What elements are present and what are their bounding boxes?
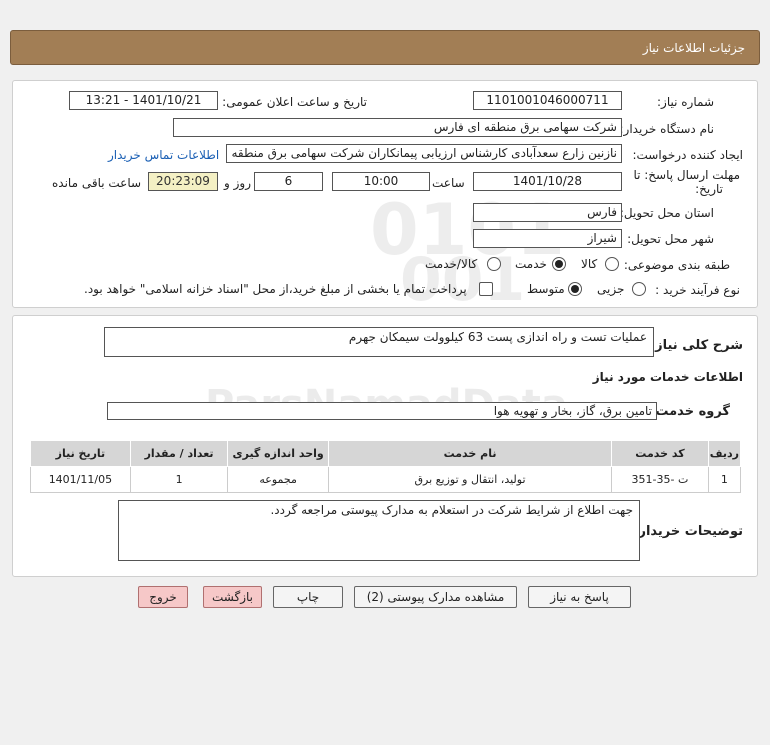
buyer-org-label: نام دستگاه خریدار: [619,122,715,136]
service-group-field: تامین برق، گاز، بخار و تهویه هوا [107,402,657,420]
reply-button[interactable]: پاسخ به نیاز [528,586,631,608]
table-cell-quantity: 1 [129,466,229,493]
category-option-goods-service: کالا/خدمت [425,257,478,271]
days-label: روز و [224,176,251,190]
city-field: شیراز [473,229,622,248]
table-cell-service-name: تولید، انتقال و توزیع برق [327,466,613,493]
purchase-type-label: نوع فرآیند خرید : [655,283,740,297]
table-cell-row-no: 1 [707,466,742,493]
view-attachments-button[interactable]: مشاهده مدارک پیوستی (2) [354,586,517,608]
deadline-label-line1: مهلت ارسال پاسخ: تا [633,168,740,182]
table-cell-unit: مجموعه [227,466,329,493]
category-label: طبقه بندی موضوعی: [623,258,730,272]
table-row: 1 ت -35-351 تولید، انتقال و توزیع برق مج… [30,466,742,493]
remaining-days-field: 6 [254,172,323,191]
summary-label: شرح کلی نیاز: [649,338,743,353]
page-title: جزئیات اطلاعات نیاز [642,41,745,55]
purchase-type-radio-medium[interactable] [568,282,582,296]
purchase-type-option-minor: جزیی [597,282,625,296]
services-table: ردیف کد خدمت نام خدمت واحد اندازه گیری ت… [30,440,742,493]
buyer-notes-box: جهت اطلاع از شرایط شرکت در استعلام به مد… [118,500,640,561]
column-header-need-date: تاریخ نیاز [30,440,131,467]
need-number-field: 1101001046000711 [473,91,622,110]
exit-button[interactable]: خروج [138,586,188,608]
remaining-time-label: ساعت باقی مانده [52,176,142,190]
need-number-label: شماره نیاز: [657,95,714,109]
category-radio-goods[interactable] [605,257,619,271]
treasury-payment-checkbox[interactable] [479,282,493,296]
print-button[interactable]: چاپ [273,586,343,608]
page-header: جزئیات اطلاعات نیاز [10,30,760,65]
city-label: شهر محل تحویل: [627,232,714,246]
requester-field: نازنین زارع سعدآبادی کارشناس ارزیابی پیم… [226,144,622,163]
buyer-notes-label: توضیحات خریدار: [633,524,743,539]
deadline-time-field: 10:00 [332,172,430,191]
need-info-panel [12,80,758,308]
column-header-row-no: ردیف [707,440,742,467]
requester-label: ایجاد کننده درخواست: [632,148,743,162]
purchase-type-radio-minor[interactable] [632,282,646,296]
table-header-row: ردیف کد خدمت نام خدمت واحد اندازه گیری ت… [30,440,742,467]
table-cell-service-code: ت -35-351 [611,466,709,493]
announce-datetime-field: 1401/10/21 - 13:21 [69,91,218,110]
back-button[interactable]: بازگشت [203,586,262,608]
column-header-quantity: تعداد / مقدار [129,440,229,467]
table-cell-need-date: 1401/11/05 [30,466,131,493]
column-header-service-name: نام خدمت [327,440,613,467]
summary-box: عملیات تست و راه اندازی پست 63 کیلوولت س… [104,327,654,357]
category-option-goods: کالا [581,257,598,271]
announce-datetime-label: تاریخ و ساعت اعلان عمومی: [222,95,367,109]
remaining-time-field: 20:23:09 [148,172,218,191]
column-header-service-code: کد خدمت [611,440,709,467]
service-group-label: گروه خدمت: [650,404,730,419]
category-option-service: خدمت [515,257,547,271]
services-section-title: اطلاعات خدمات مورد نیاز [592,370,743,384]
deadline-date-field: 1401/10/28 [473,172,622,191]
treasury-payment-note: پرداخت تمام یا بخشی از مبلغ خرید،از محل … [84,282,467,296]
purchase-type-option-medium: متوسط [527,282,565,296]
buyer-org-field: شرکت سهامی برق منطقه ای فارس [173,118,622,137]
buyer-contact-link[interactable]: اطلاعات تماس خریدار [108,148,219,162]
column-header-unit: واحد اندازه گیری [227,440,329,467]
province-field: فارس [473,203,622,222]
category-radio-service[interactable] [552,257,566,271]
category-radio-goods-service[interactable] [487,257,501,271]
deadline-label-line2: تاریخ: [695,182,723,196]
deadline-time-label: ساعت [432,176,465,190]
province-label: استان محل تحویل: [619,206,714,220]
